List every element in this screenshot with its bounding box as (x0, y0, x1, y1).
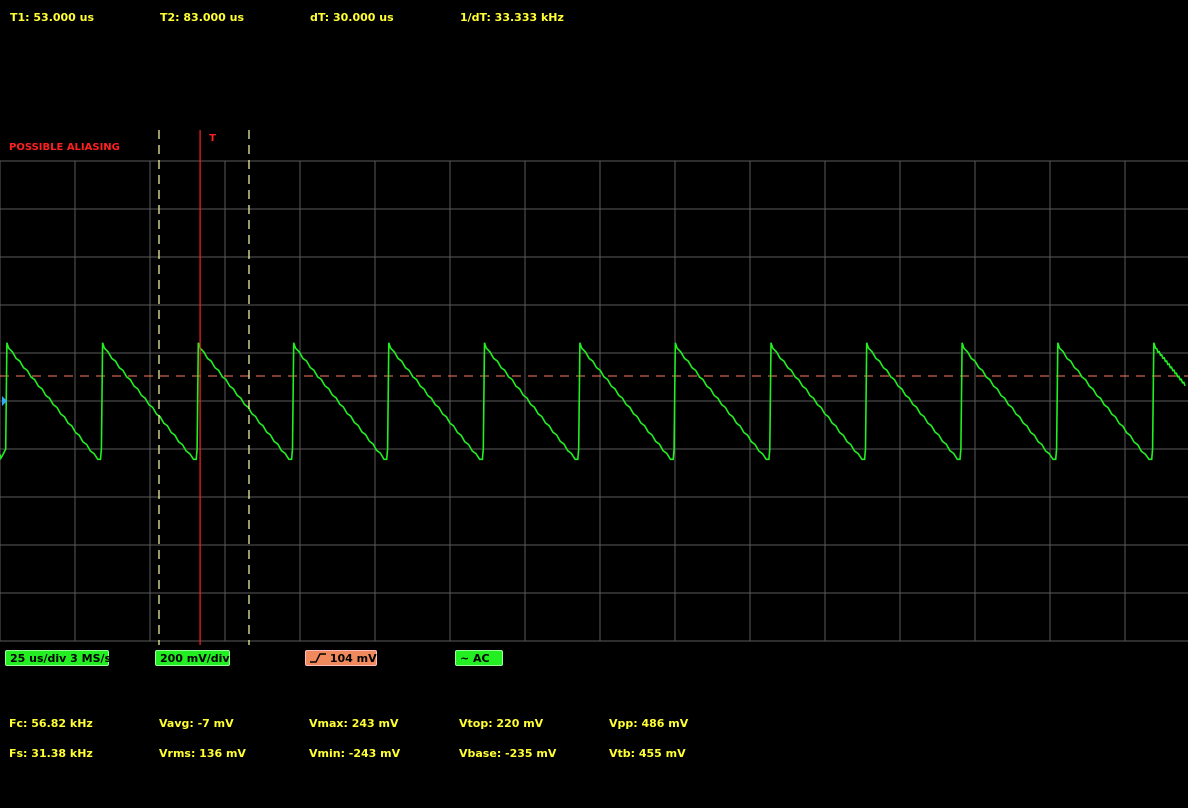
measurement-vavg: Vavg: -7 mV (159, 717, 234, 730)
measurement-fc: Fc: 56.82 kHz (9, 717, 93, 730)
rising-edge-icon (310, 653, 326, 663)
measurement-vrms: Vrms: 136 mV (159, 747, 246, 760)
trigger-level-value: 104 mV (329, 652, 377, 665)
cursor-dt-readout: dT: 30.000 us (310, 11, 394, 24)
measurement-vpp: Vpp: 486 mV (609, 717, 689, 730)
cursor-t1-readout: T1: 53.000 us (10, 11, 95, 24)
coupling-button[interactable]: ~ AC (455, 650, 503, 666)
cursor-inverse-dt-readout: 1/dT: 33.333 kHz (460, 11, 564, 24)
oscilloscope-screen[interactable]: T (0, 130, 1188, 645)
trigger-level-button[interactable]: 104 mV (305, 650, 377, 666)
measurement-vbase: Vbase: -235 mV (459, 747, 557, 760)
graticule-grid (0, 160, 1188, 642)
measurement-vtb: Vtb: 455 mV (609, 747, 686, 760)
measurement-vmin: Vmin: -243 mV (309, 747, 401, 760)
volts-per-div-button[interactable]: 200 mV/div (155, 650, 230, 666)
measurement-vmax: Vmax: 243 mV (309, 717, 399, 730)
trigger-marker-label: T (209, 133, 216, 144)
measurement-vtop: Vtop: 220 mV (459, 717, 544, 730)
measurement-fs: Fs: 31.38 kHz (9, 747, 93, 760)
timebase-button[interactable]: 25 us/div 3 MS/s (5, 650, 111, 666)
cursor-t2-readout: T2: 83.000 us (160, 11, 245, 24)
